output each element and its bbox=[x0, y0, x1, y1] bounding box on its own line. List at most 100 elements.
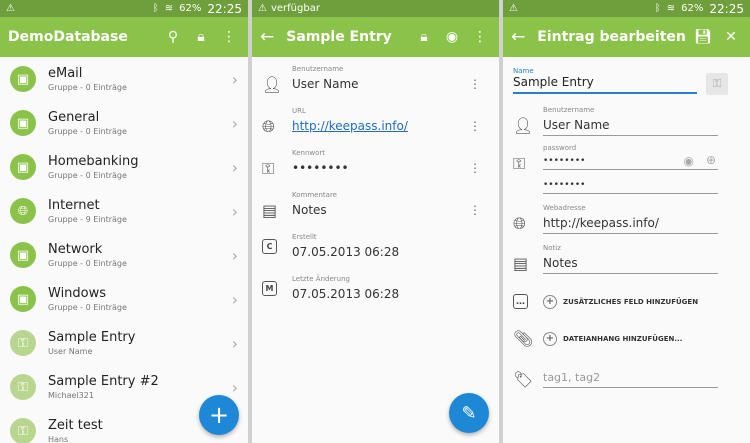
username-value[interactable]: User Name bbox=[292, 77, 489, 91]
overflow-menu-icon[interactable]: ⋮ bbox=[469, 29, 491, 45]
username-menu-icon[interactable]: ⋮ bbox=[469, 77, 481, 91]
group-icon: ▣ bbox=[10, 242, 36, 268]
close-icon[interactable]: ✕ bbox=[720, 29, 742, 45]
list-item-subtitle: Hans bbox=[48, 435, 69, 443]
password-menu-icon[interactable]: ⋮ bbox=[469, 161, 481, 175]
app-bar: ← Sample Entry 🔒︎ ◉ ⋮ bbox=[252, 17, 499, 57]
battery-level: 62% bbox=[179, 3, 202, 14]
add-field-button[interactable]: + ZUSÄTZLICHES FELD HINZUFÜGEN bbox=[543, 294, 698, 309]
key-icon: ⚿ bbox=[10, 330, 36, 356]
notes-edit-field: ▤ Notiz Notes bbox=[503, 244, 750, 274]
bluetooth-icon: ᛒ bbox=[654, 3, 661, 14]
save-icon[interactable]: 💾︎ bbox=[692, 29, 714, 45]
bluetooth-icon: ᛒ bbox=[152, 3, 159, 14]
app-bar: ← Eintrag bearbeiten 💾︎ ✕ bbox=[503, 17, 750, 57]
tags-row: 🏷︎ tag1, tag2 bbox=[503, 370, 750, 389]
wifi-icon: ≋ bbox=[666, 3, 676, 14]
list-item-subtitle: User Name bbox=[48, 347, 93, 356]
created-field: C Erstellt 07.05.2013 06:28 bbox=[252, 233, 499, 275]
chevron-right-icon: › bbox=[231, 201, 238, 221]
add-entry-button[interactable]: + bbox=[199, 395, 239, 435]
list-item-title: eMail bbox=[48, 66, 83, 81]
url-link[interactable]: http://keepass.info/ bbox=[292, 119, 489, 133]
add-attachment-row: 📎︎ + DATEIANHANG HINZUFÜGEN... bbox=[503, 329, 750, 348]
name-input[interactable]: Sample Entry bbox=[513, 75, 697, 94]
list-item-title: General bbox=[48, 110, 100, 125]
notification-icon: ⚠ bbox=[6, 3, 15, 14]
url-menu-icon[interactable]: ⋮ bbox=[469, 119, 481, 133]
modified-field: M Letzte Änderung 07.05.2013 06:28 bbox=[252, 275, 499, 317]
modified-value: 07.05.2013 06:28 bbox=[292, 287, 400, 301]
list-item[interactable]: ▣ Windows Gruppe - 0 Einträge › bbox=[0, 277, 248, 321]
entry-title: Sample Entry bbox=[286, 29, 392, 45]
group-icon: ▣ bbox=[10, 154, 36, 180]
list-item[interactable]: ▣ General Gruppe - 0 Einträge › bbox=[0, 101, 248, 145]
custom-field-icon: … bbox=[513, 294, 528, 309]
edit-title: Eintrag bearbeiten bbox=[537, 29, 686, 45]
lock-icon[interactable]: 🔒︎ bbox=[413, 29, 435, 45]
list-item-title: Sample Entry #2 bbox=[48, 374, 159, 389]
add-attachment-button[interactable]: + DATEIANHANG HINZUFÜGEN... bbox=[543, 331, 682, 346]
notes-value[interactable]: Notes bbox=[292, 203, 489, 217]
notification-icon: ⚠ bbox=[509, 3, 518, 14]
username-edit-field: 👤︎ Benutzername User Name bbox=[503, 106, 750, 136]
notes-field: ▤ Kommentare Notes ⋮ bbox=[252, 191, 499, 233]
edit-entry-button[interactable]: ✎ bbox=[449, 393, 489, 433]
tags-input[interactable]: tag1, tag2 bbox=[543, 371, 718, 388]
battery-level: 62% bbox=[681, 3, 704, 14]
list-item-subtitle: Gruppe - 0 Einträge bbox=[48, 171, 127, 180]
chevron-right-icon: › bbox=[231, 333, 238, 353]
entry-icon-button[interactable]: ⚿ bbox=[706, 73, 728, 95]
back-arrow-icon[interactable]: ← bbox=[260, 27, 274, 47]
chevron-right-icon: › bbox=[231, 157, 238, 177]
key-icon: ⚿ bbox=[262, 159, 275, 178]
notes-input[interactable]: Notes bbox=[543, 256, 718, 274]
clock: 22:25 bbox=[709, 1, 744, 16]
entry-detail-screen: ⚠ verfügbar ← Sample Entry 🔒︎ ◉ ⋮ 👤︎ Benu… bbox=[252, 0, 499, 443]
list-item-subtitle: Gruppe - 9 Einträge bbox=[48, 215, 127, 224]
username-input[interactable]: User Name bbox=[543, 118, 718, 136]
key-icon: ⚿ bbox=[513, 154, 526, 173]
status-text: verfügbar bbox=[270, 3, 320, 14]
list-item-title: Sample Entry bbox=[48, 330, 136, 345]
notes-menu-icon[interactable]: ⋮ bbox=[469, 203, 481, 217]
chevron-right-icon: › bbox=[231, 377, 238, 397]
group-icon: ▣ bbox=[10, 286, 36, 312]
password-confirm-input[interactable]: •••••••• bbox=[543, 180, 718, 194]
url-field: 🌐︎ URL http://keepass.info/ ⋮ bbox=[252, 107, 499, 149]
app-bar: DemoDatabase ⚲ 🔒︎ ⋮ bbox=[0, 17, 248, 57]
paperclip-icon: 📎︎ bbox=[513, 329, 534, 348]
globe-icon: 🌐︎ bbox=[513, 214, 526, 233]
add-field-row: … + ZUSÄTZLICHES FELD HINZUFÜGEN bbox=[503, 294, 750, 309]
url-input[interactable]: http://keepass.info/ bbox=[543, 216, 718, 234]
person-icon: 👤︎ bbox=[513, 116, 534, 135]
chevron-right-icon: › bbox=[231, 69, 238, 89]
database-title: DemoDatabase bbox=[8, 29, 128, 45]
eye-icon[interactable]: ◉ bbox=[441, 29, 463, 45]
back-arrow-icon[interactable]: ← bbox=[511, 27, 525, 47]
globe-icon: 🌐︎ bbox=[262, 117, 275, 136]
list-item-subtitle: Gruppe - 0 Einträge bbox=[48, 127, 127, 136]
list-item-subtitle: Gruppe - 0 Einträge bbox=[48, 259, 127, 268]
overflow-menu-icon[interactable]: ⋮ bbox=[218, 29, 240, 45]
password-field: ⚿ Kennwort •••••••• ⋮ bbox=[252, 149, 499, 191]
list-item-subtitle: Gruppe - 0 Einträge bbox=[48, 303, 127, 312]
lock-icon[interactable]: 🔒︎ bbox=[190, 29, 212, 45]
created-value: 07.05.2013 06:28 bbox=[292, 245, 400, 259]
list-item[interactable]: ▣ Homebanking Gruppe - 0 Einträge › bbox=[0, 145, 248, 189]
search-icon[interactable]: ⚲ bbox=[162, 29, 184, 45]
group-icon: ▣ bbox=[10, 66, 36, 92]
list-item[interactable]: 🌐︎ Internet Gruppe - 9 Einträge › bbox=[0, 189, 248, 233]
list-item[interactable]: ▣ eMail Gruppe - 0 Einträge › bbox=[0, 57, 248, 101]
list-item-title: Network bbox=[48, 242, 103, 257]
password-value[interactable]: •••••••• bbox=[292, 161, 489, 175]
globe-icon: 🌐︎ bbox=[10, 198, 36, 224]
wifi-icon: ≋ bbox=[164, 3, 174, 14]
visibility-icon[interactable]: ◉ bbox=[684, 154, 694, 168]
list-item[interactable]: ⚿ Sample Entry User Name › bbox=[0, 321, 248, 365]
list-item[interactable]: ▣ Network Gruppe - 0 Einträge › bbox=[0, 233, 248, 277]
status-bar: ⚠ ᛒ ≋ 62% 22:25 bbox=[0, 0, 248, 17]
url-edit-field: 🌐︎ Webadresse http://keepass.info/ bbox=[503, 204, 750, 234]
generate-password-icon[interactable]: ⊕ bbox=[706, 153, 716, 167]
entry-list: ▣ eMail Gruppe - 0 Einträge › ▣ General Gruppe… bbox=[0, 57, 248, 443]
